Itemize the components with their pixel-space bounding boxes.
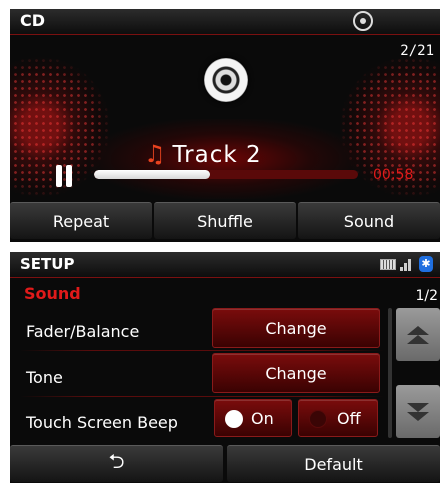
cd-title-bar: CD [10,9,440,35]
sound-button[interactable]: Sound [298,202,440,239]
cd-screen: CD 2/21 ♫ Track 2 00:58 Repeat Shuffle So… [10,9,440,242]
disc-status-icon [353,11,373,31]
pause-button[interactable] [54,165,74,187]
scroll-up-button[interactable] [396,308,440,361]
row-divider [20,396,384,397]
tone-change-button[interactable]: Change [212,353,380,393]
touch-screen-beep-label: Touch Screen Beep [26,413,178,432]
fader-balance-change-button[interactable]: Change [212,308,380,348]
track-name: Track 2 [172,142,262,168]
double-chevron-up-icon [407,325,429,344]
default-button[interactable]: Default [227,445,440,482]
setup-bottom-bar: ⮌ Default [10,445,440,482]
elapsed-time: 00:58 [373,167,414,183]
double-chevron-down-icon [407,402,429,421]
signal-icon [400,257,414,271]
battery-icon [380,259,396,270]
music-note-icon: ♫ [144,140,167,168]
repeat-button[interactable]: Repeat [10,202,152,239]
beep-off-button[interactable]: Off [298,399,378,437]
tone-label: Tone [26,368,63,387]
progress-fill [94,170,211,179]
setup-screen: SETUP ✱ Sound 1/2 Fader/Balance Change T… [10,252,440,483]
radio-unselected-icon [309,410,327,428]
fader-balance-label: Fader/Balance [26,322,140,341]
page-indicator: 1/2 [415,288,438,304]
cd-button-bar: Repeat Shuffle Sound [10,202,440,239]
track-counter: 2/21 [400,43,434,59]
track-title: ♫ Track 2 [144,140,262,168]
cd-title: CD [20,11,46,30]
shuffle-button[interactable]: Shuffle [154,202,296,239]
bluetooth-icon: ✱ [419,256,433,272]
progress-bar[interactable] [94,170,358,179]
radio-selected-icon [225,410,243,428]
section-title: Sound [24,284,81,303]
row-divider [20,350,384,351]
beep-on-label: On [251,408,274,428]
back-button[interactable]: ⮌ [10,445,223,482]
beep-off-label: Off [337,408,361,428]
disc-icon [204,58,248,102]
beep-on-button[interactable]: On [214,399,292,437]
setup-title: SETUP [20,255,75,273]
setup-title-bar: SETUP ✱ [10,252,440,278]
back-arrow-icon: ⮌ [108,449,125,473]
scrollbar[interactable] [388,308,392,438]
scroll-down-button[interactable] [396,385,440,438]
